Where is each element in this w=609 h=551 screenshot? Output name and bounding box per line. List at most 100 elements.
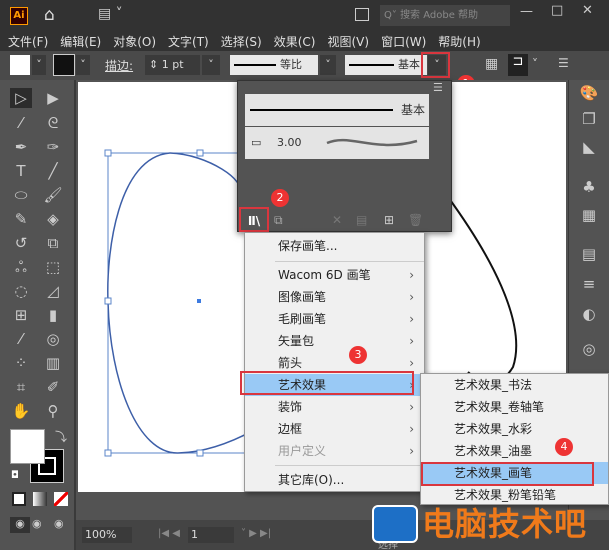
brush-item-basic[interactable]: 基本 xyxy=(245,94,429,126)
stroke-weight-input[interactable]: ⇕ 1 pt xyxy=(145,55,200,75)
menu-file[interactable]: 文件(F) xyxy=(8,31,56,51)
paintbrush-tool-icon[interactable]: 🖌 xyxy=(42,185,64,205)
swap-colors-icon[interactable]: ⤵ xyxy=(55,428,67,445)
free-transform-tool-icon[interactable]: ⬚ xyxy=(42,257,64,277)
anchor-handle[interactable] xyxy=(104,449,112,457)
menu-help[interactable]: 帮助(H) xyxy=(438,31,488,51)
swatches-panel-icon[interactable]: ▦ xyxy=(579,206,599,224)
symbol-sprayer-tool-icon[interactable]: ⁘ xyxy=(10,353,32,373)
stroke-label[interactable]: 描边: xyxy=(105,57,133,74)
submenu-item-calligraphic[interactable]: 艺术效果_书法 xyxy=(421,374,608,396)
transform-dropdown[interactable]: ˅ xyxy=(532,57,538,71)
symbols-panel-icon[interactable]: ♣ xyxy=(579,178,599,196)
blend-tool-icon[interactable]: ◎ xyxy=(42,329,64,349)
menu-view[interactable]: 视图(V) xyxy=(327,31,377,51)
brush-definition[interactable]: 基本 xyxy=(345,55,427,75)
eraser-tool-icon[interactable]: ◈ xyxy=(42,209,64,229)
home-icon[interactable]: ⌂ xyxy=(44,5,55,25)
prev-artboard-icons[interactable]: |◀ ◀ xyxy=(158,528,180,539)
direct-selection-tool-icon[interactable]: ▶ xyxy=(42,88,64,108)
stroke-weight-dropdown[interactable]: ˅ xyxy=(202,55,220,75)
draw-normal-icon[interactable]: ◉ xyxy=(10,517,30,533)
variable-width-profile[interactable]: 等比 xyxy=(230,55,318,75)
menu-effect[interactable]: 效果(C) xyxy=(274,31,324,51)
menu-edit[interactable]: 编辑(E) xyxy=(60,31,109,51)
ellipse-tool-icon[interactable]: ⬭ xyxy=(10,185,32,205)
hand-tool-icon[interactable]: ✋ xyxy=(10,401,32,421)
profile-dropdown[interactable]: ˅ xyxy=(320,55,336,75)
zoom-level[interactable]: 100% xyxy=(82,527,132,543)
transform-icon[interactable]: ⊐ xyxy=(508,54,528,76)
color-panel-icon[interactable]: 🎨 xyxy=(579,84,599,102)
magic-wand-tool-icon[interactable]: ⁄ xyxy=(10,113,32,133)
stroke-swatch[interactable] xyxy=(53,54,75,76)
workspace-switcher-icon[interactable]: ▤ ˅ xyxy=(98,6,123,22)
submenu-item-watercolor[interactable]: 艺术效果_水彩 xyxy=(421,418,608,440)
menu-item-vector-packs[interactable]: 矢量包 › xyxy=(245,330,424,352)
minimize-button[interactable]: — xyxy=(520,4,533,19)
lasso-tool-icon[interactable]: ᘓ xyxy=(42,113,64,133)
anchor-handle[interactable] xyxy=(104,297,112,305)
delete-brush-icon[interactable]: 🗑 xyxy=(408,213,423,227)
mesh-tool-icon[interactable]: ⊞ xyxy=(10,305,32,325)
eyedropper-tool-icon[interactable]: ⁄ xyxy=(10,329,32,349)
color-guide-icon[interactable]: ◣ xyxy=(579,138,599,156)
remove-stroke-icon[interactable]: ✕ xyxy=(332,213,342,227)
anchor-handle[interactable] xyxy=(196,449,204,457)
submenu-item-scroll-pen[interactable]: 艺术效果_卷轴笔 xyxy=(421,396,608,418)
gradient-tool-icon[interactable]: ▮ xyxy=(42,305,64,325)
appearance-panel-icon[interactable]: ◎ xyxy=(579,340,599,358)
panel-menu-icon[interactable]: ☰ xyxy=(433,81,443,94)
scale-tool-icon[interactable]: ⧉ xyxy=(42,233,64,253)
stroke-dropdown[interactable]: ˅ xyxy=(76,55,90,75)
menu-object[interactable]: 对象(O) xyxy=(113,31,164,51)
brush-item-calligraphic[interactable]: ▭ 3.00 xyxy=(245,127,429,159)
menu-item-save-brushes[interactable]: 保存画笔... xyxy=(245,233,424,259)
help-search-input[interactable]: Q˅ 搜索 Adobe 帮助 xyxy=(380,5,510,26)
zoom-tool-icon[interactable]: ⚲ xyxy=(42,401,64,421)
artboard-number[interactable]: 1 xyxy=(188,527,234,543)
brush-options-icon[interactable]: ▤ xyxy=(356,213,367,227)
curvature-tool-icon[interactable]: ✑ xyxy=(42,137,64,157)
menu-item-decorative[interactable]: 装饰 › xyxy=(245,396,424,418)
gradient-mode-button[interactable] xyxy=(33,492,47,506)
menu-item-image-brushes[interactable]: 图像画笔 › xyxy=(245,286,424,308)
slice-tool-icon[interactable]: ✐ xyxy=(42,377,64,397)
rotate-tool-icon[interactable]: ↺ xyxy=(10,233,32,253)
color-mode-button[interactable] xyxy=(12,492,26,506)
menu-item-borders[interactable]: 边框 › xyxy=(245,418,424,440)
close-button[interactable]: ✕ xyxy=(582,3,593,18)
arrange-documents-icon[interactable] xyxy=(355,8,369,21)
menu-select[interactable]: 选择(S) xyxy=(221,31,270,51)
column-graph-tool-icon[interactable]: ▥ xyxy=(42,353,64,373)
pen-tool-icon[interactable]: ✒ xyxy=(10,137,32,157)
stroke-panel-icon[interactable]: ≡ xyxy=(579,275,599,293)
menu-window[interactable]: 窗口(W) xyxy=(381,31,434,51)
transparency-panel-icon[interactable]: ◐ xyxy=(579,305,599,323)
anchor-handle[interactable] xyxy=(196,149,204,157)
line-tool-icon[interactable]: ╱ xyxy=(42,161,64,181)
warp-tool-icon[interactable]: ஃ xyxy=(10,257,32,277)
new-brush-icon[interactable]: ⊞ xyxy=(384,213,394,227)
draw-inside-icon[interactable]: ◉ xyxy=(54,517,64,530)
anchor-handle[interactable] xyxy=(104,149,112,157)
type-tool-icon[interactable]: T xyxy=(10,161,32,181)
control-menu-icon[interactable]: ☰ xyxy=(558,56,569,70)
maximize-button[interactable]: □ xyxy=(551,3,563,18)
none-mode-button[interactable] xyxy=(54,492,68,506)
libraries-panel-icon[interactable]: ⧉ xyxy=(274,213,283,228)
perspective-grid-tool-icon[interactable]: ◿ xyxy=(42,281,64,301)
selection-tool-icon[interactable]: ▷ xyxy=(10,88,32,108)
draw-behind-icon[interactable]: ◉ xyxy=(32,517,42,530)
artboard-tool-icon[interactable]: ⌗ xyxy=(10,377,32,397)
next-artboard-icons[interactable]: ˅ ▶ ▶| xyxy=(241,528,271,539)
libraries-panel-icon[interactable]: ❐ xyxy=(579,110,599,128)
fill-swatch[interactable] xyxy=(10,55,30,75)
black-path[interactable] xyxy=(447,196,518,384)
shaper-tool-icon[interactable]: ✎ xyxy=(10,209,32,229)
default-colors-icon[interactable]: ◘ xyxy=(11,470,19,481)
menu-type[interactable]: 文字(T) xyxy=(168,31,217,51)
shape-builder-tool-icon[interactable]: ◌ xyxy=(10,281,32,301)
fill-dropdown[interactable]: ˅ xyxy=(32,55,46,75)
submenu-item-ink[interactable]: 艺术效果_油墨 xyxy=(421,440,608,462)
